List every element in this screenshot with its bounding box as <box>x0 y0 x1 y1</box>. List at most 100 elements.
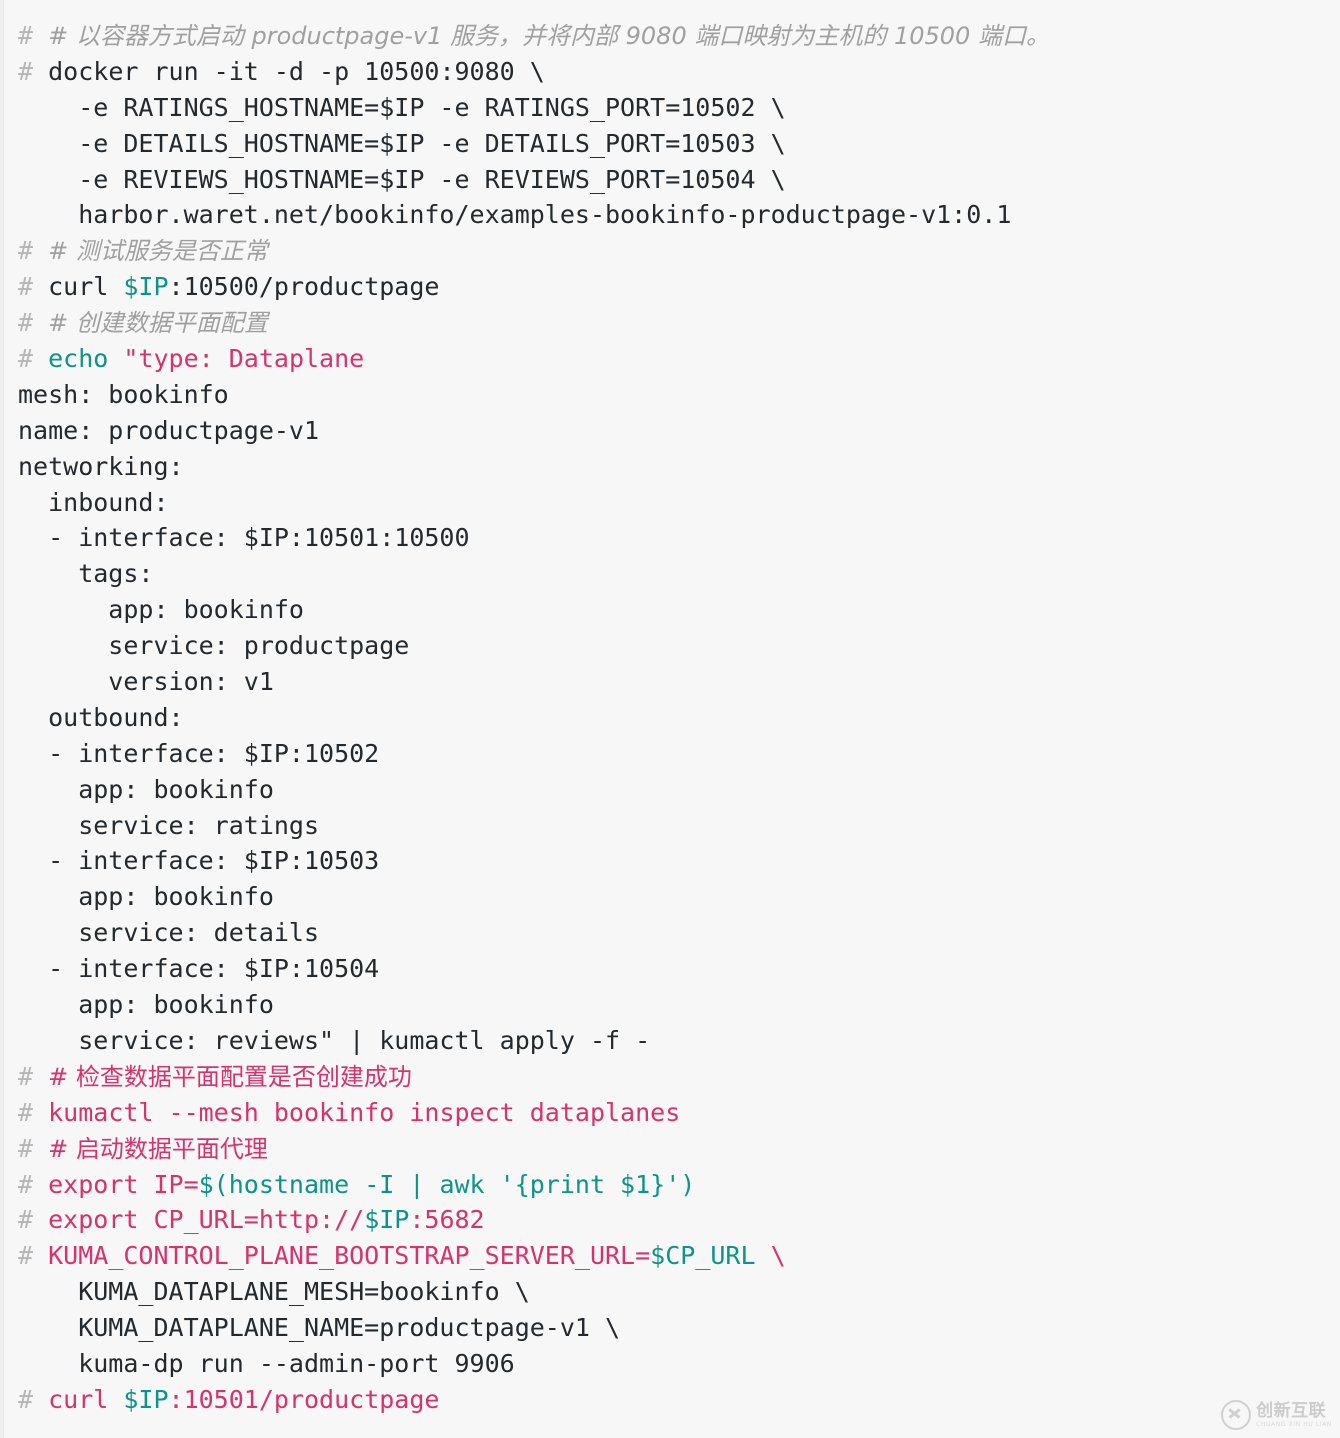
code-token: $CP_URL <box>650 1241 756 1271</box>
code-token: # <box>18 308 49 338</box>
code-token: echo <box>48 344 124 374</box>
code-token: export <box>48 1169 154 1199</box>
code-token: # <box>18 1097 49 1127</box>
code-token: # 测试服务是否正常 <box>48 237 268 266</box>
code-line: # export IP=$(hostname -I | awk '{print … <box>0 1167 1340 1203</box>
code-token: app: bookinfo <box>18 990 274 1020</box>
code-line: app: bookinfo <box>0 592 1340 628</box>
code-token: # 启动数据平面代理 <box>48 1134 268 1163</box>
code-token: export CP_URL=http:// <box>48 1205 365 1235</box>
code-token: $IP <box>123 1384 169 1414</box>
code-token: service: details <box>18 918 320 948</box>
code-token: app: bookinfo <box>18 774 274 804</box>
code-token: KUMA_CONTROL_PLANE_BOOTSTRAP_SERVER_URL= <box>48 1241 651 1271</box>
code-token: $(hostname -I | awk '{print $1}') <box>198 1169 696 1199</box>
code-line: app: bookinfo <box>0 987 1340 1023</box>
code-line: name: productpage-v1 <box>0 413 1340 449</box>
code-token: KUMA_DATAPLANE_NAME=productpage-v1 \ <box>18 1313 621 1343</box>
code-token: - interface: $IP:10502 <box>18 738 380 768</box>
code-token: :5682 <box>409 1205 485 1235</box>
code-token: service: ratings <box>18 810 320 840</box>
code-token: app: bookinfo <box>18 882 274 912</box>
code-token: curl <box>48 272 124 302</box>
code-line: # curl $IP:10501/productpage <box>0 1382 1340 1418</box>
code-token: # <box>18 1169 49 1199</box>
watermark-text: 创新互联 CHUANG XIN HU LIAN <box>1256 1400 1332 1428</box>
code-token: KUMA_DATAPLANE_MESH=bookinfo \ <box>18 1277 530 1307</box>
circle-x-logo-icon <box>1221 1400 1252 1430</box>
code-line: inbound: <box>0 485 1340 521</box>
code-line: service: ratings <box>0 808 1340 844</box>
code-token: curl <box>48 1384 124 1414</box>
code-line: - interface: $IP:10502 <box>0 736 1340 772</box>
code-line: mesh: bookinfo <box>0 377 1340 413</box>
code-line: # echo "type: Dataplane <box>0 341 1340 377</box>
code-line: -e REVIEWS_HOSTNAME=$IP -e REVIEWS_PORT=… <box>0 162 1340 198</box>
code-token: - interface: $IP:10501:10500 <box>18 523 470 553</box>
code-token: harbor.waret.net/bookinfo/examples-booki… <box>18 200 1012 230</box>
code-token: mesh: bookinfo <box>18 379 229 409</box>
watermark: 创新互联 CHUANG XIN HU LIAN <box>1221 1400 1332 1430</box>
code-line: service: reviews" | kumactl apply -f - <box>0 1023 1340 1059</box>
code-token: docker run -it -d -p 10500:9080 \ <box>48 56 545 86</box>
code-token: name: productpage-v1 <box>18 415 320 445</box>
code-token: :10501/productpage <box>168 1384 440 1414</box>
code-token: \ <box>755 1241 786 1271</box>
code-token: # <box>18 56 49 86</box>
code-token: # <box>18 1061 49 1091</box>
code-line: # docker run -it -d -p 10500:9080 \ <box>0 54 1340 90</box>
code-line: # # 检查数据平面配置是否创建成功 <box>0 1059 1340 1095</box>
code-token: "type: Dataplane <box>123 344 365 374</box>
code-token: :10500/productpage <box>168 272 440 302</box>
code-line: - interface: $IP:10504 <box>0 951 1340 987</box>
code-lines-container: # # 以容器方式启动 productpage-v1 服务，并将内部 9080 … <box>0 18 1340 1418</box>
code-token: -e RATINGS_HOSTNAME=$IP -e RATINGS_PORT=… <box>18 92 786 122</box>
code-token: # <box>18 1205 49 1235</box>
code-token: inbound: <box>18 487 169 517</box>
code-line: networking: <box>0 449 1340 485</box>
code-token: service: reviews" | kumactl apply -f - <box>18 1025 651 1055</box>
code-token: # <box>18 21 49 50</box>
code-line: # export CP_URL=http://$IP:5682 <box>0 1202 1340 1238</box>
code-token: $IP <box>123 272 169 302</box>
code-line: # kumactl --mesh bookinfo inspect datapl… <box>0 1095 1340 1131</box>
code-line: # curl $IP:10500/productpage <box>0 269 1340 305</box>
code-token: outbound: <box>18 702 184 732</box>
code-token: # <box>18 1133 49 1163</box>
code-line: kuma-dp run --admin-port 9906 <box>0 1346 1340 1382</box>
code-line: - interface: $IP:10503 <box>0 843 1340 879</box>
code-line: tags: <box>0 556 1340 592</box>
watermark-brand-cn: 创新互联 <box>1256 1400 1327 1421</box>
code-token: # 创建数据平面配置 <box>48 309 268 338</box>
code-token: kumactl --mesh bookinfo inspect dataplan… <box>48 1097 681 1127</box>
watermark-brand-en: CHUANG XIN HU LIAN <box>1256 1420 1332 1428</box>
code-line: # # 启动数据平面代理 <box>0 1131 1340 1167</box>
code-token: service: productpage <box>18 631 410 661</box>
code-line: outbound: <box>0 700 1340 736</box>
code-line: # # 创建数据平面配置 <box>0 305 1340 341</box>
code-line: version: v1 <box>0 664 1340 700</box>
code-token: -e DETAILS_HOSTNAME=$IP -e DETAILS_PORT=… <box>18 128 786 158</box>
code-gutter-rule <box>0 0 4 1438</box>
code-token: IP= <box>153 1169 199 1199</box>
code-token: $IP <box>364 1205 410 1235</box>
code-line: KUMA_DATAPLANE_MESH=bookinfo \ <box>0 1274 1340 1310</box>
code-token: networking: <box>18 451 184 481</box>
code-token: - interface: $IP:10504 <box>18 954 380 984</box>
code-token: # <box>18 1241 49 1271</box>
code-line: # # 以容器方式启动 productpage-v1 服务，并将内部 9080 … <box>0 18 1340 54</box>
code-line: app: bookinfo <box>0 879 1340 915</box>
code-token: # 检查数据平面配置是否创建成功 <box>48 1062 412 1091</box>
code-line: service: productpage <box>0 628 1340 664</box>
code-token: # <box>18 236 49 266</box>
code-token: - interface: $IP:10503 <box>18 846 380 876</box>
code-token: app: bookinfo <box>18 595 304 625</box>
code-block: # # 以容器方式启动 productpage-v1 服务，并将内部 9080 … <box>0 0 1340 1438</box>
code-line: harbor.waret.net/bookinfo/examples-booki… <box>0 197 1340 233</box>
code-token: # 以容器方式启动 productpage-v1 服务，并将内部 9080 端口… <box>48 22 1050 50</box>
code-line: -e DETAILS_HOSTNAME=$IP -e DETAILS_PORT=… <box>0 126 1340 162</box>
code-token: # <box>18 344 49 374</box>
code-line: -e RATINGS_HOSTNAME=$IP -e RATINGS_PORT=… <box>0 90 1340 126</box>
code-line: service: details <box>0 915 1340 951</box>
code-token: # <box>18 1384 49 1414</box>
